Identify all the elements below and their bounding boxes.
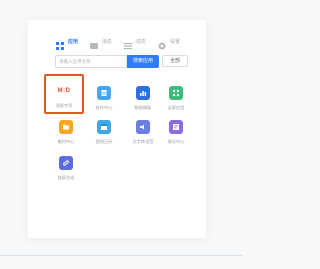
app-tile[interactable]: M:D 消息专项 [44,74,84,114]
tab-settings[interactable]: 设置 [158,36,181,50]
link-icon [59,156,73,170]
tab-label: 应用 [68,38,79,45]
chart-bar-icon [136,86,150,100]
sound-icon [136,120,150,134]
apps-icon [169,86,183,100]
doc-icon [97,86,111,100]
app-label: 文字转语音 [132,139,154,144]
panel-icon [169,120,183,134]
calendar-icon [97,120,111,134]
folder-icon [59,120,73,134]
search-button[interactable]: 搜索应用 [127,55,159,68]
app-tile[interactable]: 链接生成 [46,146,86,186]
gear-icon [158,37,166,50]
tab-activity[interactable]: 动态 [124,36,147,50]
tab-label: 消息 [102,38,113,45]
top-tabs: 应用 消息 动态 设置 [56,36,192,50]
message-text-icon: M:D [57,88,71,94]
tab-messages[interactable]: 消息 [90,36,113,49]
app-label: 情况中心 [167,139,185,144]
tab-label: 设置 [170,38,181,45]
app-label: 素材中心 [57,139,75,144]
tab-apps[interactable]: 应用 [56,36,79,50]
app-label: 消息专项 [55,103,73,108]
all-button[interactable]: 全部 [162,55,188,67]
bottom-divider [0,255,242,256]
app-label: 链接生成 [57,175,75,180]
grid-icon [56,37,64,50]
app-tile[interactable]: 营销日历 [84,110,124,150]
tab-label: 动态 [136,38,147,45]
message-icon [90,37,99,49]
app-label: 营销日历 [95,139,113,144]
list-icon [124,37,133,50]
app-tile[interactable]: 情况中心 [156,110,196,150]
search-input[interactable]: 请输入应用名称 [55,55,127,68]
app-tile[interactable]: 素材中心 [46,110,86,150]
